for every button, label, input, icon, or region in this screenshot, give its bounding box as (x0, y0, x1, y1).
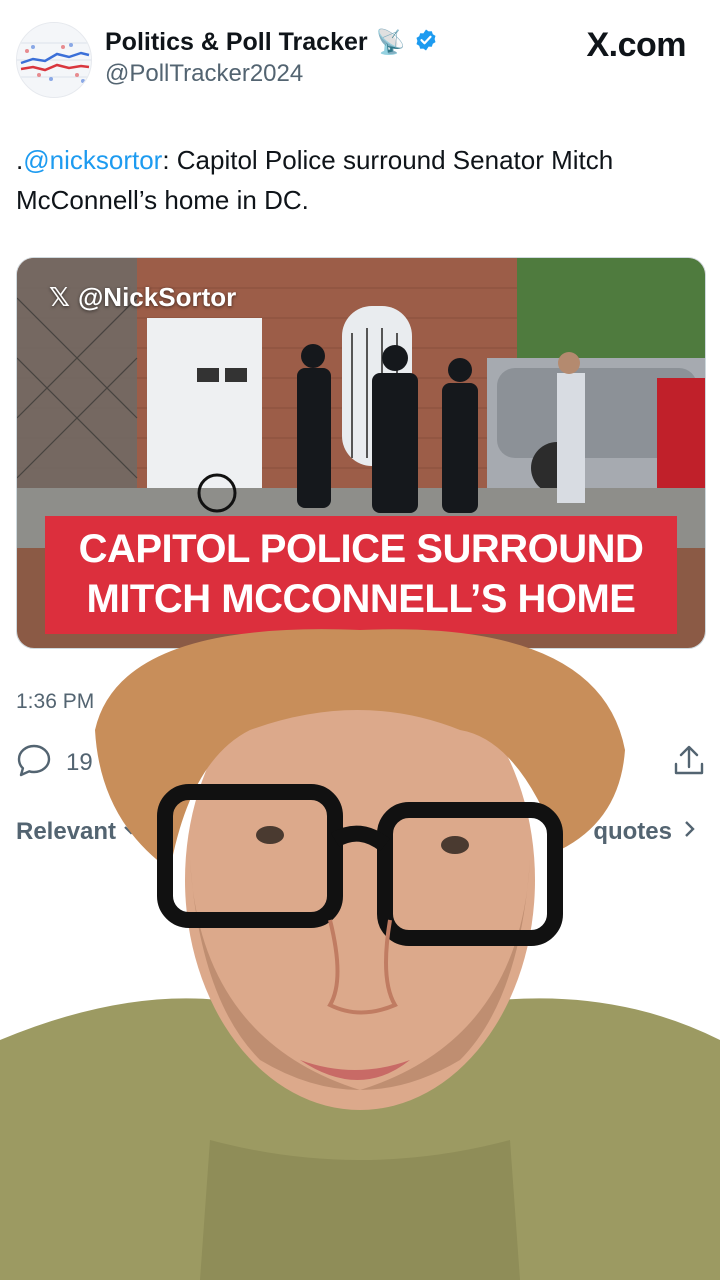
x-brand-logo: X.com (586, 26, 686, 64)
account-handle[interactable]: @PollTracker2024 (105, 60, 303, 88)
banner-line-1: CAPITOL POLICE SURROUND (78, 527, 644, 571)
satellite-dish-icon: 📡 (375, 29, 406, 56)
verified-badge-icon (414, 28, 438, 57)
headline-banner: CAPITOL POLICE SURROUND MITCH MCCONNELL’… (45, 516, 677, 634)
presenter-overlay (0, 620, 720, 1280)
watermark-handle: @NickSortor (77, 282, 237, 312)
poll-chart-avatar-icon (17, 23, 91, 97)
display-name[interactable]: Politics & Poll Tracker (105, 28, 368, 57)
display-name-row: Politics & Poll Tracker 📡 (105, 28, 438, 57)
video-watermark: 𝕏 @NickSortor (49, 282, 236, 313)
x-logo-icon: 𝕏 (49, 282, 70, 312)
tweet-header: Politics & Poll Tracker 📡 @PollTracker20… (0, 0, 720, 110)
tweet-text: .@nicksortor: Capitol Police surround Se… (16, 140, 696, 220)
account-avatar[interactable] (16, 22, 92, 98)
tweet-media-video[interactable]: 𝕏 @NickSortor CAPITOL POLICE SURROUND MI… (16, 257, 706, 649)
presenter-face-image (0, 629, 720, 1280)
mention-link[interactable]: @nicksortor (23, 145, 162, 175)
banner-line-2: MITCH MCCONNELL’S HOME (86, 577, 636, 621)
